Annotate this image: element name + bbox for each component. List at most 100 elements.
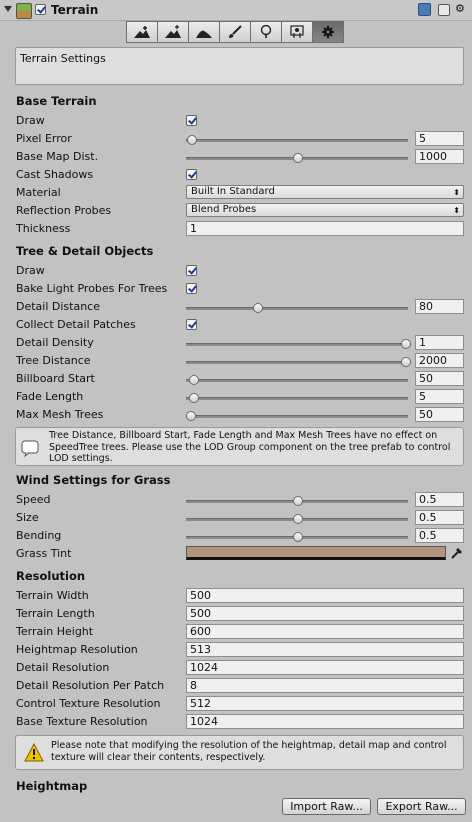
smooth-height-button[interactable]: [188, 21, 219, 43]
component-enabled-checkbox[interactable]: [35, 4, 46, 15]
terrain-tool-toolbar: [126, 21, 344, 43]
label-base-texture-resolution: Base Texture Resolution: [16, 715, 148, 728]
raise-lower-terrain-button[interactable]: [126, 21, 157, 43]
tree-draw-checkbox[interactable]: [186, 265, 197, 276]
section-tree-detail: Tree & Detail Objects: [16, 244, 154, 258]
bending-field[interactable]: 0.5: [415, 528, 464, 543]
detail-distance-slider-knob[interactable]: [253, 303, 263, 313]
label-detail-distance: Detail Distance: [16, 300, 100, 313]
size-field[interactable]: 0.5: [415, 510, 464, 525]
import-raw-button[interactable]: Import Raw...: [282, 798, 371, 815]
label-terrain-height: Terrain Height: [16, 625, 94, 638]
tree-distance-slider-track[interactable]: [186, 361, 408, 364]
preset-icon[interactable]: [438, 4, 450, 16]
paintbrush-icon: [229, 25, 242, 38]
speed-slider-knob[interactable]: [293, 496, 303, 506]
info-icon: [21, 440, 39, 457]
label-detail-density: Detail Density: [16, 336, 94, 349]
control-texture-resolution-field[interactable]: 512: [186, 696, 464, 711]
label-base-map-dist: Base Map Dist.: [16, 150, 99, 163]
label-draw: Draw: [16, 114, 45, 127]
label-reflection-probes: Reflection Probes: [16, 204, 112, 217]
size-slider-knob[interactable]: [293, 514, 303, 524]
label-bending: Bending: [16, 529, 62, 542]
label-bake-light-probes: Bake Light Probes For Trees: [16, 282, 168, 295]
detail-distance-slider-track[interactable]: [186, 307, 408, 310]
terrain-settings-button[interactable]: [312, 21, 344, 43]
label-detail-resolution: Detail Resolution: [16, 661, 110, 674]
draw-checkbox[interactable]: [186, 115, 197, 126]
heightmap-resolution-field[interactable]: 513: [186, 642, 464, 657]
base-map-dist-field[interactable]: 1000: [415, 149, 464, 164]
terrain-width-field[interactable]: 500: [186, 588, 464, 603]
label-control-texture-resolution: Control Texture Resolution: [16, 697, 161, 710]
label-speed: Speed: [16, 493, 51, 506]
speedtree-info-text: Tree Distance, Billboard Start, Fade Len…: [49, 430, 451, 464]
terrain-height-field[interactable]: 600: [186, 624, 464, 639]
paint-height-button[interactable]: [157, 21, 188, 43]
tool-description-text: Terrain Settings: [20, 52, 106, 65]
label-size: Size: [16, 511, 39, 524]
label-pixel-error: Pixel Error: [16, 132, 72, 145]
billboard-start-field[interactable]: 50: [415, 371, 464, 386]
raise-terrain-icon: [134, 26, 150, 38]
speed-field[interactable]: 0.5: [415, 492, 464, 507]
foldout-arrow-icon[interactable]: [4, 6, 12, 12]
label-terrain-length: Terrain Length: [16, 607, 95, 620]
detail-resolution-field[interactable]: 1024: [186, 660, 464, 675]
billboard-start-slider-knob[interactable]: [189, 375, 199, 385]
help-book-icon[interactable]: [418, 3, 431, 16]
tree-distance-slider-knob[interactable]: [401, 357, 411, 367]
label-billboard-start: Billboard Start: [16, 372, 95, 385]
fade-length-slider-track[interactable]: [186, 397, 408, 400]
paint-details-button[interactable]: [281, 21, 312, 43]
speedtree-info-box: Tree Distance, Billboard Start, Fade Len…: [15, 427, 464, 466]
detail-density-slider-knob[interactable]: [401, 339, 411, 349]
gear-icon[interactable]: ⚙: [455, 2, 468, 15]
material-dropdown[interactable]: Built In Standard ⬍: [186, 185, 464, 199]
max-mesh-trees-slider-knob[interactable]: [186, 411, 196, 421]
pixel-error-slider-knob[interactable]: [187, 135, 197, 145]
warning-icon: [24, 743, 44, 762]
max-mesh-trees-slider-track[interactable]: [186, 415, 408, 418]
fade-length-slider-knob[interactable]: [189, 393, 199, 403]
tree-distance-field[interactable]: 2000: [415, 353, 464, 368]
max-mesh-trees-field[interactable]: 50: [415, 407, 464, 422]
section-resolution: Resolution: [16, 569, 86, 583]
billboard-start-slider-track[interactable]: [186, 379, 408, 382]
base-map-dist-slider-knob[interactable]: [293, 153, 303, 163]
section-heightmap: Heightmap: [16, 779, 88, 793]
tool-description-box: Terrain Settings: [15, 47, 464, 85]
eyedropper-icon[interactable]: [450, 546, 464, 560]
label-tree-distance: Tree Distance: [16, 354, 91, 367]
resolution-warning-text: Please note that modifying the resolutio…: [51, 740, 447, 763]
label-material: Material: [16, 186, 61, 199]
label-max-mesh-trees: Max Mesh Trees: [16, 408, 104, 421]
cast-shadows-checkbox[interactable]: [186, 169, 197, 180]
export-raw-button[interactable]: Export Raw...: [377, 798, 466, 815]
label-fade-length: Fade Length: [16, 390, 84, 403]
smooth-height-icon: [196, 30, 212, 38]
thickness-field[interactable]: 1: [186, 221, 464, 236]
pixel-error-field[interactable]: 5: [415, 131, 464, 146]
place-trees-button[interactable]: [250, 21, 281, 43]
tree-icon: [260, 25, 272, 38]
label-detail-resolution-per-patch: Detail Resolution Per Patch: [16, 679, 165, 692]
paint-texture-button[interactable]: [219, 21, 250, 43]
detail-density-field[interactable]: 1: [415, 335, 464, 350]
section-wind-settings: Wind Settings for Grass: [16, 473, 171, 487]
terrain-length-field[interactable]: 500: [186, 606, 464, 621]
detail-density-slider-track[interactable]: [186, 343, 408, 346]
detail-resolution-per-patch-field[interactable]: 8: [186, 678, 464, 693]
detail-distance-field[interactable]: 80: [415, 299, 464, 314]
collect-detail-patches-checkbox[interactable]: [186, 319, 197, 330]
bake-light-probes-checkbox[interactable]: [186, 283, 197, 294]
bending-slider-knob[interactable]: [293, 532, 303, 542]
reflection-probes-dropdown[interactable]: Blend Probes ⬍: [186, 203, 464, 217]
base-texture-resolution-field[interactable]: 1024: [186, 714, 464, 729]
terrain-icon: [16, 3, 32, 19]
dropdown-arrows-icon: ⬍: [453, 188, 460, 197]
fade-length-field[interactable]: 5: [415, 389, 464, 404]
grass-tint-color-field[interactable]: [186, 546, 446, 560]
pixel-error-slider-track[interactable]: [186, 139, 408, 142]
